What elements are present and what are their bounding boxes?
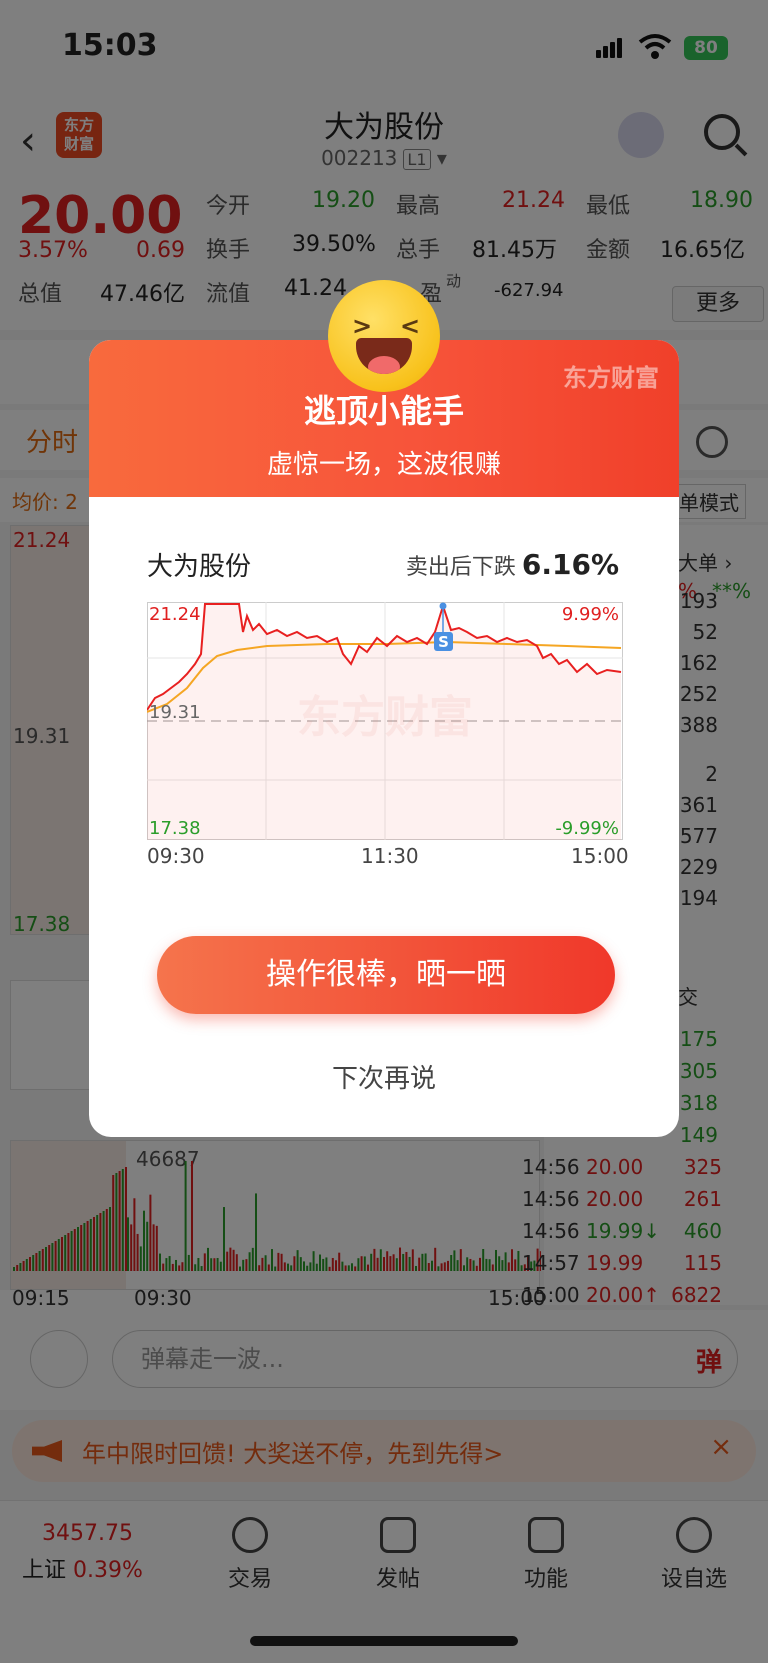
drop-value: 6.16% — [521, 548, 619, 581]
modal-stock-name: 大为股份 — [147, 552, 252, 582]
chart-high-label: 21.24 — [149, 604, 201, 625]
chart-mid-label: 19.31 — [149, 702, 201, 723]
chart-pct-low: -9.99% — [555, 818, 619, 839]
modal-time-start: 09:30 — [147, 844, 205, 868]
sell-marker-text: S — [438, 633, 449, 651]
top-escape-modal: 东方财富 逃顶小能手 虚惊一场，这波很赚 大为股份 卖出后下跌6.16% 东方财… — [89, 340, 679, 1137]
modal-time-end: 15:00 — [571, 844, 629, 868]
app-root: 15:03 80 ‹ 东方 财富 大为股份 002213L1 ▾ 20.00 3… — [0, 0, 768, 1663]
modal-subtitle: 虚惊一场，这波很赚 — [266, 450, 501, 480]
drop-label: 卖出后下跌 — [405, 555, 516, 580]
later-button[interactable]: 下次再说 — [89, 1058, 679, 1095]
sell-point-dot — [439, 602, 447, 610]
modal-intraday-chart: 东方财富 S 21.24 19.31 17.38 9.99% -9.99% — [147, 602, 623, 840]
modal-title: 逃顶小能手 — [303, 392, 464, 430]
share-button[interactable]: 操作很棒，晒一晒 — [157, 936, 615, 1014]
chart-low-label: 17.38 — [149, 818, 201, 839]
modal-drop-row: 卖出后下跌 6.16% — [406, 548, 619, 581]
chart-pct-high: 9.99% — [562, 604, 619, 625]
laughing-emoji-icon: > < — [328, 280, 440, 392]
home-indicator — [250, 1636, 518, 1646]
modal-time-mid: 11:30 — [361, 844, 419, 868]
